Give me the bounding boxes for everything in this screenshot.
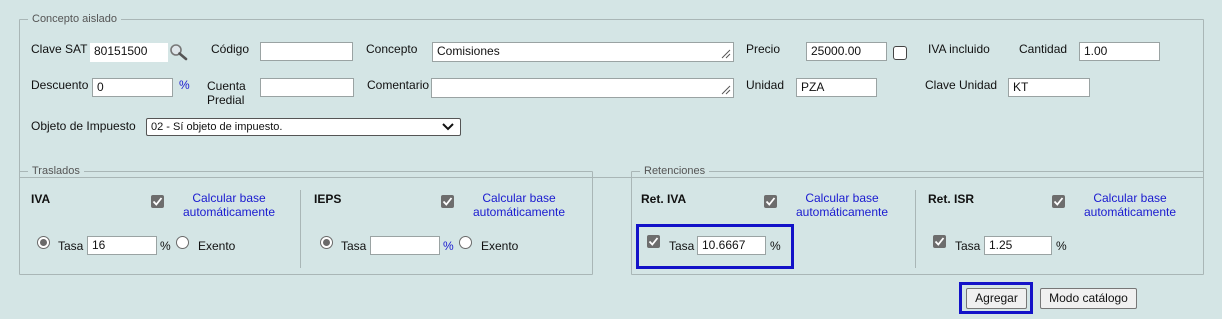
comentario-textarea[interactable] bbox=[431, 78, 734, 98]
cuenta-predial-label-line1: Cuenta bbox=[207, 79, 246, 93]
iva-tasa-percent: % bbox=[160, 239, 171, 253]
ieps-tasa-input[interactable] bbox=[370, 236, 440, 255]
search-icon[interactable] bbox=[169, 43, 189, 61]
clave-sat-input[interactable]: 80151500 bbox=[90, 43, 168, 62]
precio-label: Precio bbox=[746, 42, 781, 56]
cuenta-predial-label-line2: Predial bbox=[207, 93, 245, 107]
ret-isr-calc-base-line2: automáticamente bbox=[1083, 205, 1177, 219]
iva-tasa-input[interactable]: 16 bbox=[87, 236, 157, 255]
cuenta-predial-label: Cuenta Predial bbox=[207, 79, 246, 107]
iva-tasa-label: Tasa bbox=[58, 239, 84, 253]
ret-isr-calc-base-link[interactable]: Calcular base automáticamente bbox=[1079, 191, 1181, 219]
ieps-tasa-percent: % bbox=[443, 239, 454, 253]
ret-iva-tasa-checkbox[interactable] bbox=[647, 235, 660, 248]
ret-iva-calc-base-checkbox[interactable] bbox=[764, 195, 777, 208]
cantidad-label: Cantidad bbox=[1019, 42, 1068, 56]
chevron-down-icon bbox=[442, 123, 454, 131]
ret-iva-calc-base-line2: automáticamente bbox=[795, 205, 889, 219]
iva-exento-radio[interactable] bbox=[176, 236, 189, 249]
ieps-calc-base-line2: automáticamente bbox=[472, 205, 566, 219]
ret-isr-calc-base-checkbox[interactable] bbox=[1052, 195, 1065, 208]
unidad-input[interactable]: PZA bbox=[796, 78, 877, 97]
cantidad-input[interactable]: 1.00 bbox=[1079, 42, 1160, 61]
ret-iva-calc-base-link[interactable]: Calcular base automáticamente bbox=[791, 191, 893, 219]
ret-isr-title: Ret. ISR bbox=[928, 192, 975, 206]
ieps-calc-base-checkbox[interactable] bbox=[441, 195, 454, 208]
ieps-calc-base-line1: Calcular base bbox=[482, 191, 556, 205]
ieps-calc-base-link[interactable]: Calcular base automáticamente bbox=[468, 191, 570, 219]
traslados-legend: Traslados bbox=[32, 165, 80, 177]
iva-title: IVA bbox=[31, 192, 51, 206]
concepto-label: Concepto bbox=[366, 42, 418, 56]
clave-unidad-label: Clave Unidad bbox=[925, 78, 998, 92]
iva-calc-base-link[interactable]: Calcular base automáticamente bbox=[178, 191, 280, 219]
ieps-tasa-label: Tasa bbox=[341, 239, 367, 253]
iva-exento-label: Exento bbox=[198, 239, 236, 253]
agregar-button[interactable]: Agregar bbox=[966, 288, 1027, 309]
traslados-fieldset: Traslados bbox=[19, 165, 593, 275]
descuento-input[interactable]: 0 bbox=[92, 78, 173, 97]
ieps-exento-radio[interactable] bbox=[459, 236, 472, 249]
clave-unidad-input[interactable]: KT bbox=[1008, 78, 1090, 97]
precio-input[interactable]: 25000.00 bbox=[806, 42, 887, 61]
ret-isr-calc-base-line1: Calcular base bbox=[1093, 191, 1167, 205]
retenciones-legend: Retenciones bbox=[644, 165, 706, 177]
unidad-label: Unidad bbox=[746, 78, 785, 92]
objeto-impuesto-select[interactable]: 02 - Sí objeto de impuesto. bbox=[146, 118, 461, 136]
ret-isr-tasa-percent: % bbox=[1056, 239, 1067, 253]
ret-isr-tasa-input[interactable]: 1.25 bbox=[984, 236, 1052, 255]
concepto-value: Comisiones bbox=[437, 44, 500, 58]
modo-catalogo-button[interactable]: Modo catálogo bbox=[1040, 288, 1137, 309]
descuento-percent: % bbox=[179, 78, 190, 92]
iva-tasa-radio[interactable] bbox=[37, 236, 50, 249]
iva-calc-base-line2: automáticamente bbox=[182, 205, 276, 219]
codigo-label: Código bbox=[211, 42, 250, 56]
codigo-input[interactable] bbox=[260, 42, 353, 61]
ret-iva-tasa-label: Tasa bbox=[669, 239, 695, 253]
iva-calc-base-checkbox[interactable] bbox=[151, 195, 164, 208]
resize-grip-icon[interactable] bbox=[719, 47, 731, 59]
iva-incluido-checkbox[interactable] bbox=[893, 46, 907, 60]
resize-grip-icon[interactable] bbox=[719, 83, 731, 95]
retenciones-divider bbox=[915, 190, 916, 268]
traslados-divider bbox=[300, 190, 301, 268]
cuenta-predial-input[interactable] bbox=[260, 78, 354, 97]
objeto-impuesto-label: Objeto de Impuesto bbox=[31, 119, 136, 133]
ret-iva-tasa-percent: % bbox=[770, 239, 781, 253]
ieps-exento-label: Exento bbox=[481, 239, 519, 253]
descuento-label: Descuento bbox=[31, 78, 89, 92]
iva-incluido-label: IVA incluido bbox=[928, 42, 990, 56]
ret-isr-tasa-label: Tasa bbox=[955, 239, 981, 253]
ieps-tasa-radio[interactable] bbox=[320, 236, 333, 249]
concepto-legend: Concepto aislado bbox=[32, 13, 118, 25]
ret-iva-tasa-input[interactable]: 10.6667 bbox=[697, 236, 766, 255]
ret-iva-calc-base-line1: Calcular base bbox=[805, 191, 879, 205]
ieps-title: IEPS bbox=[314, 192, 342, 206]
concepto-textarea[interactable]: Comisiones bbox=[432, 42, 734, 62]
clave-sat-label: Clave SAT bbox=[31, 42, 88, 56]
ret-isr-tasa-checkbox[interactable] bbox=[933, 235, 946, 248]
ret-iva-title: Ret. IVA bbox=[641, 192, 687, 206]
objeto-impuesto-selected: 02 - Sí objeto de impuesto. bbox=[151, 121, 283, 133]
iva-calc-base-line1: Calcular base bbox=[192, 191, 266, 205]
comentario-label: Comentario bbox=[367, 78, 430, 92]
